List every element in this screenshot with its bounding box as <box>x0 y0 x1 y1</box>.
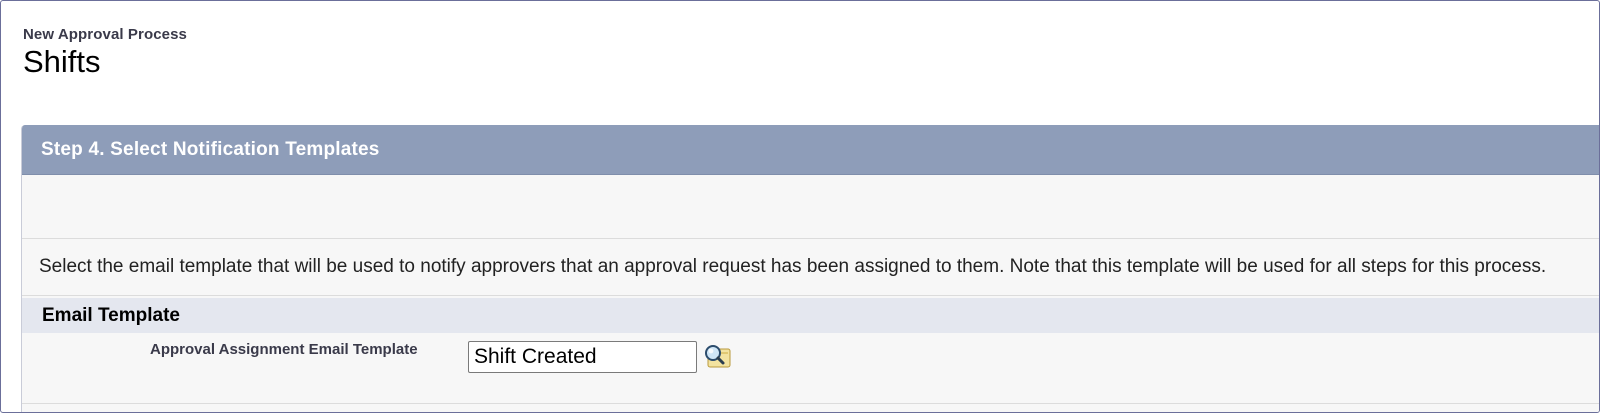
section-header-email-template: Email Template <box>22 298 1599 333</box>
step-panel: Step 4. Select Notification Templates Se… <box>21 125 1599 412</box>
section-title: Email Template <box>42 304 180 326</box>
step-instructions: Select the email template that will be u… <box>22 239 1599 296</box>
page-header: New Approval Process Shifts <box>23 26 187 80</box>
magnifier-lookup-icon <box>705 345 731 368</box>
field-label: Approval Assignment Email Template <box>150 341 418 358</box>
step-header: Step 4. Select Notification Templates <box>22 125 1599 175</box>
step-title: Step 4. Select Notification Templates <box>41 138 380 160</box>
page-title: Shifts <box>23 44 101 79</box>
page-frame: New Approval Process Shifts Step 4. Sele… <box>0 0 1600 413</box>
button-bar <box>22 175 1599 239</box>
field-row-approval-assignment-template: Approval Assignment Email Template <box>22 333 1599 404</box>
email-template-input[interactable] <box>468 341 697 373</box>
lookup-icon[interactable] <box>703 343 731 369</box>
page-subtitle: New Approval Process <box>23 26 188 43</box>
